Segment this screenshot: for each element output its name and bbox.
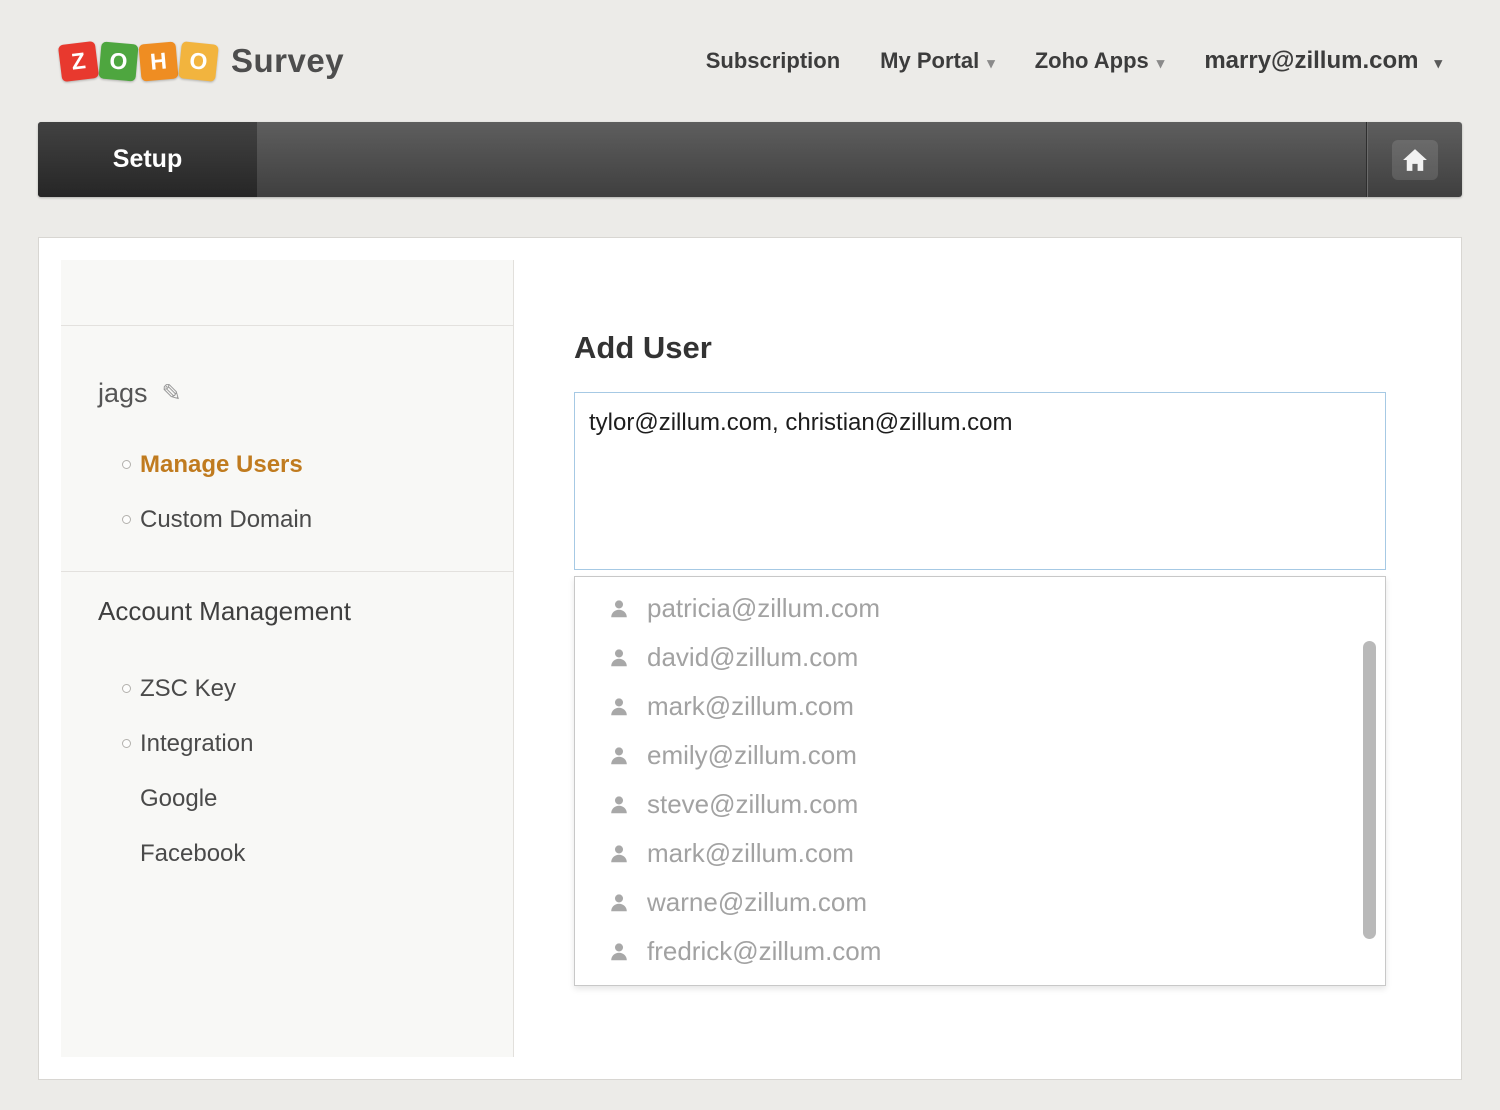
top-nav: Subscription My Portal ▾ Zoho Apps ▾ mar… (706, 47, 1442, 75)
settings-sidebar: jags ✎ Manage Users Custom Domain Accoun… (61, 260, 514, 1057)
suggestion-email: warne@zillum.com (647, 887, 867, 918)
account-management-heading: Account Management (61, 596, 513, 633)
logo-letter-h: H (138, 41, 178, 81)
home-icon (1402, 148, 1428, 172)
account-management-group: Account Management ZSC Key Integration G… (61, 572, 513, 881)
zoho-logo-letters: Z O H O (60, 43, 217, 80)
edit-pencil-icon[interactable]: ✎ (162, 379, 182, 408)
suggestion-item[interactable]: emily@zillum.com (575, 731, 1385, 780)
nav-my-portal-label: My Portal (880, 48, 979, 74)
person-icon (608, 843, 630, 865)
product-name: Survey (231, 42, 344, 80)
toolbar-spacer (257, 122, 1366, 197)
sidebar-item-custom-domain[interactable]: Custom Domain (61, 492, 513, 547)
sidebar-item-google[interactable]: Google (61, 771, 513, 826)
sidebar-item-label: Manage Users (140, 451, 303, 479)
setup-toolbar: Setup (38, 122, 1462, 197)
chevron-down-icon: ▾ (1434, 54, 1442, 72)
person-icon (608, 794, 630, 816)
bullet-icon (122, 739, 131, 748)
sidebar-top-spacer (61, 260, 513, 326)
chevron-down-icon: ▾ (1157, 54, 1165, 72)
email-suggestions-dropdown: patricia@zillum.com david@zillum.com mar… (574, 576, 1386, 986)
suggestion-email: david@zillum.com (647, 642, 858, 673)
logo-letter-z: Z (58, 40, 99, 81)
tab-setup-label: Setup (113, 145, 182, 174)
suggestion-item[interactable]: david@zillum.com (575, 633, 1385, 682)
bullet-icon (122, 460, 131, 469)
nav-subscription-label: Subscription (706, 48, 840, 74)
sidebar-item-integration[interactable]: Integration (61, 716, 513, 771)
sidebar-item-label: Integration (140, 730, 253, 758)
page-title: Add User (574, 330, 1439, 366)
suggestion-email: steve@zillum.com (647, 789, 858, 820)
person-icon (608, 598, 630, 620)
account-email: marry@zillum.com (1204, 47, 1418, 75)
workspace-name: jags (98, 378, 148, 409)
nav-zoho-apps-label: Zoho Apps (1035, 48, 1149, 74)
top-header: Z O H O Survey Subscription My Portal ▾ … (0, 0, 1500, 122)
logo-letter-o1: O (98, 41, 138, 81)
bullet-icon (122, 515, 131, 524)
person-icon (608, 892, 630, 914)
person-icon (608, 745, 630, 767)
person-icon (608, 696, 630, 718)
sidebar-item-label: Custom Domain (140, 506, 312, 534)
sidebar-item-label: Facebook (140, 840, 245, 868)
suggestion-item[interactable]: steve@zillum.com (575, 780, 1385, 829)
chevron-down-icon: ▾ (987, 54, 995, 72)
home-button[interactable] (1392, 140, 1438, 180)
suggestion-item[interactable]: fredrick@zillum.com (575, 927, 1385, 976)
nav-zoho-apps[interactable]: Zoho Apps ▾ (1035, 48, 1165, 74)
sidebar-item-zsc-key[interactable]: ZSC Key (61, 661, 513, 716)
sidebar-item-label: Google (140, 785, 217, 813)
person-icon (608, 941, 630, 963)
suggestion-email: fredrick@zillum.com (647, 936, 881, 967)
suggestion-email: patricia@zillum.com (647, 593, 880, 624)
dropdown-scrollbar[interactable] (1363, 641, 1376, 939)
suggestion-email: mark@zillum.com (647, 838, 854, 869)
bullet-icon (122, 684, 131, 693)
account-menu[interactable]: marry@zillum.com ▾ (1204, 47, 1442, 75)
zoho-survey-logo: Z O H O Survey (60, 42, 344, 80)
sidebar-item-facebook[interactable]: Facebook (61, 826, 513, 881)
sidebar-item-label: ZSC Key (140, 675, 236, 703)
home-section (1366, 122, 1462, 197)
person-icon (608, 647, 630, 669)
workspace-group: jags ✎ Manage Users Custom Domain (61, 326, 513, 572)
suggestion-item[interactable]: mark@zillum.com (575, 682, 1385, 731)
suggestion-item[interactable]: mark@zillum.com (575, 829, 1385, 878)
main-panel: jags ✎ Manage Users Custom Domain Accoun… (38, 237, 1462, 1080)
add-user-email-input[interactable]: tylor@zillum.com, christian@zillum.com (574, 392, 1386, 570)
nav-subscription[interactable]: Subscription (706, 48, 840, 74)
suggestion-item[interactable]: warne@zillum.com (575, 878, 1385, 927)
suggestion-item[interactable]: patricia@zillum.com (575, 584, 1385, 633)
suggestion-email: emily@zillum.com (647, 740, 857, 771)
logo-letter-o2: O (178, 41, 219, 82)
suggestion-email: mark@zillum.com (647, 691, 854, 722)
nav-my-portal[interactable]: My Portal ▾ (880, 48, 995, 74)
workspace-row: jags ✎ (61, 352, 513, 409)
add-user-content: Add User tylor@zillum.com, christian@zil… (514, 260, 1439, 1057)
sidebar-item-manage-users[interactable]: Manage Users (61, 437, 513, 492)
tab-setup[interactable]: Setup (38, 122, 257, 197)
